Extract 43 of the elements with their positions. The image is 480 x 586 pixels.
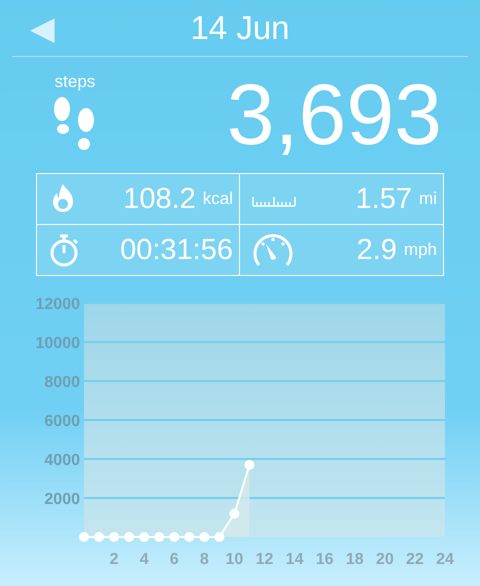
x-axis-label: 6 [170,551,179,568]
date-title: 14 Jun [190,9,290,47]
stat-value: 2.9 [356,234,397,266]
stat-value: 108.2 [123,182,196,216]
y-axis-label: 10000 [36,335,80,352]
x-axis-label: 22 [406,551,424,568]
x-axis-label: 2 [110,551,119,568]
stat-unit: mi [419,189,437,209]
data-point [214,532,224,542]
x-axis-label: 10 [226,551,244,568]
y-axis-label: 6000 [44,413,80,430]
data-point [94,532,104,542]
data-point [154,532,164,542]
data-point [229,508,240,519]
data-point [124,532,134,542]
data-point [109,532,120,542]
stopwatch-icon [49,233,79,267]
x-axis-label: 20 [376,551,394,568]
data-point [79,532,89,542]
x-axis-label: 4 [140,551,149,568]
stat-value: 00:31:56 [120,234,233,266]
data-point [169,532,180,542]
data-point [139,532,150,542]
x-axis-label: 12 [256,551,274,568]
stat-unit: kcal [202,189,233,209]
x-axis-label: 8 [200,551,209,568]
x-axis-label: 14 [286,551,304,568]
x-axis-label: 24 [436,551,454,568]
steps-count: 3,693 [226,66,442,165]
data-point [184,532,194,542]
stat-unit: mph [404,240,437,260]
y-axis-label: 12000 [36,296,80,313]
back-button[interactable]: ◀ [30,10,55,46]
y-axis-label: 8000 [44,374,80,391]
x-axis-label: 18 [346,551,364,568]
speedometer-icon [252,232,294,268]
stat-value: 1.57 [356,182,412,216]
x-axis-label: 16 [316,551,334,568]
data-point [199,532,210,542]
y-axis-label: 2000 [44,491,80,508]
y-axis-label: 4000 [44,452,80,469]
data-point [244,460,254,470]
steps-label: steps [54,72,96,92]
